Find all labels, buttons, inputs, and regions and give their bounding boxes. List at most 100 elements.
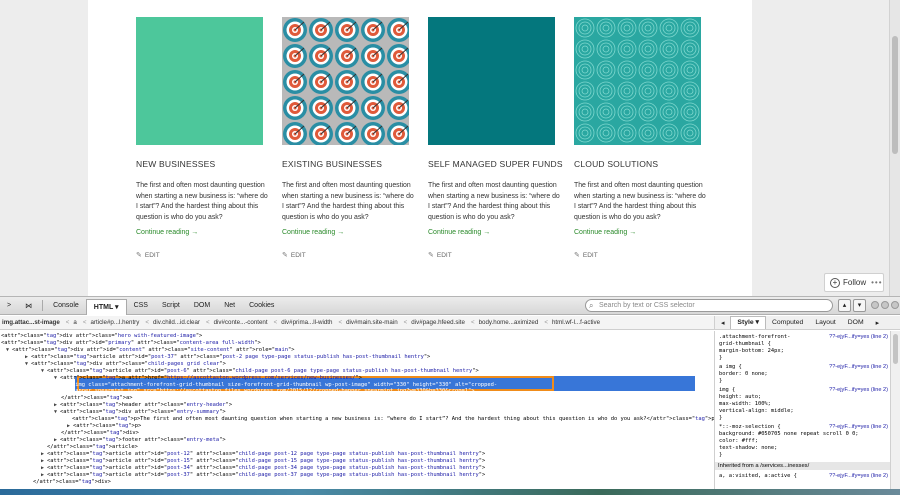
css-rule-line[interactable]: border: 0 none; <box>719 371 768 378</box>
card-title[interactable]: EXISTING BUSINESSES <box>282 159 382 169</box>
css-rule-line[interactable]: } <box>719 452 722 459</box>
html-node[interactable]: ▶ <attr">class="tag">article attr">id="p… <box>25 354 430 361</box>
side-tab-style[interactable]: Style ▾ <box>730 316 766 329</box>
side-tab-dom[interactable]: DOM <box>842 319 870 326</box>
rule-source-link[interactable]: ??-ejyF...ify=yes (line 2) <box>829 334 888 340</box>
more-icon[interactable]: ••• <box>871 278 882 287</box>
css-rule-line[interactable]: text-shadow: none; <box>719 445 777 452</box>
css-rule-line[interactable]: a img { <box>719 364 742 371</box>
rule-source-link[interactable]: ??-ejyF...ify=yes (line 2) <box>829 424 888 430</box>
tab-console[interactable]: Console <box>46 302 86 309</box>
breadcrumb-item[interactable]: div#page.hfeed.site <box>411 319 465 326</box>
css-rule-line[interactable]: grid-thumbnail { <box>719 341 771 348</box>
html-node[interactable]: ▼ <attr">class="tag">div attr">id="conte… <box>6 347 295 354</box>
card-thumbnail[interactable] <box>574 17 701 145</box>
back-icon[interactable]: ◂ <box>715 319 730 327</box>
continue-reading-link[interactable]: Continue reading → <box>282 229 344 236</box>
edit-link[interactable]: ✎ EDIT <box>282 251 306 259</box>
side-tab-computed[interactable]: Computed <box>766 319 809 326</box>
page-scrollbar[interactable] <box>889 0 900 296</box>
breadcrumb-item[interactable]: img.attac...st-image <box>2 319 60 326</box>
breadcrumb-item[interactable]: a <box>73 319 76 326</box>
close-icon[interactable] <box>891 301 899 309</box>
css-rule-line[interactable]: vertical-align: middle; <box>719 408 794 415</box>
html-node[interactable]: </attr">class="tag">div> <box>33 479 111 486</box>
rule-source-link[interactable]: ??-ejyF...ify=yes (line 2) <box>829 473 888 479</box>
html-node[interactable]: ▼ <attr">class="tag">a attr">href="https… <box>54 375 362 382</box>
breadcrumb-item[interactable]: div.child...id.clear <box>153 319 200 326</box>
breadcrumb-item[interactable]: html.wf-l...f-active <box>552 319 600 326</box>
html-node[interactable]: </attr">class="tag">article> <box>47 444 138 451</box>
html-node[interactable]: ▶ <attr">class="tag">header attr">class=… <box>54 402 232 409</box>
desktop-strip <box>0 489 900 495</box>
css-rule-line[interactable]: a, a:visited, a:active { <box>719 473 797 480</box>
side-tab-layout[interactable]: Layout <box>809 319 841 326</box>
continue-reading-link[interactable]: Continue reading → <box>428 229 490 236</box>
tab-dom[interactable]: DOM <box>187 302 217 309</box>
card-thumbnail[interactable] <box>136 17 263 145</box>
edit-link[interactable]: ✎ EDIT <box>136 251 160 259</box>
css-rule-line[interactable]: } <box>719 355 722 362</box>
html-node[interactable]: ▶ <attr">class="tag">article attr">id="p… <box>41 451 485 458</box>
html-search-input[interactable]: ⌕ Search by text or CSS selector <box>585 299 833 312</box>
css-rule-line[interactable]: height: auto; <box>719 394 761 401</box>
breadcrumb-item[interactable]: article#p...l.hentry <box>90 319 139 326</box>
css-rule-line[interactable]: margin-bottom: 24px; <box>719 348 784 355</box>
minimize-icon[interactable] <box>871 301 879 309</box>
detach-icon[interactable]: ⋈ <box>18 302 39 310</box>
next-match-button[interactable]: ▾ <box>853 299 866 312</box>
follow-button[interactable]: + Follow ••• <box>824 273 884 292</box>
scrollbar-thumb[interactable] <box>892 36 898 154</box>
tab-css[interactable]: CSS <box>127 302 155 309</box>
html-node[interactable]: ▼ <attr">class="tag">article attr">id="p… <box>41 368 479 375</box>
card-title[interactable]: NEW BUSINESSES <box>136 159 215 169</box>
css-rule-line[interactable]: background: #050705 none repeat scroll 0… <box>719 431 859 438</box>
html-node[interactable]: ▼ <attr">class="tag">div attr">class="ch… <box>25 361 226 368</box>
style-scrollbar[interactable] <box>890 331 900 495</box>
inherited-header: Inherited from a /services...inesses/ <box>715 462 890 470</box>
card-title[interactable]: CLOUD SOLUTIONS <box>574 159 658 169</box>
css-rule-line[interactable]: max-width: 100%; <box>719 401 771 408</box>
tab-net[interactable]: Net <box>217 302 242 309</box>
card-thumbnail[interactable] <box>282 17 409 145</box>
html-node[interactable]: ▶ <attr">class="tag">article attr">id="p… <box>41 472 485 479</box>
inspect-icon[interactable]: > <box>0 302 18 309</box>
breadcrumb-item[interactable]: div#main.site-main <box>346 319 398 326</box>
html-node[interactable]: <attr">class="tag">p>The first and often… <box>72 416 714 423</box>
rule-source-link[interactable]: ??-ejyF...ify=yes (line 2) <box>829 387 888 393</box>
css-rule-line[interactable]: img { <box>719 387 735 394</box>
css-rule-line[interactable]: .attachment-forefront- <box>719 334 790 341</box>
rule-source-link[interactable]: ??-ejyF...ify=yes (line 2) <box>829 364 888 370</box>
selected-img-node[interactable]: banner_spearmint.jpg" src="https://ascot… <box>72 388 474 395</box>
prev-match-button[interactable]: ▴ <box>838 299 851 312</box>
html-node[interactable]: ▼ <attr">class="tag">div attr">id="prima… <box>0 340 261 347</box>
css-rule-line[interactable]: } <box>719 415 722 422</box>
html-node[interactable]: ▶ <attr">class="tag">footer attr">class=… <box>54 437 226 444</box>
dock-icon[interactable] <box>881 301 889 309</box>
html-node[interactable]: ▶ <attr">class="tag">article attr">id="p… <box>41 458 485 465</box>
continue-reading-link[interactable]: Continue reading → <box>574 229 636 236</box>
html-node[interactable]: ▶ <attr">class="tag">article attr">id="p… <box>41 465 485 472</box>
forward-icon[interactable]: ▸ <box>870 319 885 327</box>
card-thumbnail[interactable] <box>428 17 555 145</box>
html-node[interactable]: ▼ <attr">class="tag">div attr">class="en… <box>54 409 226 416</box>
tab-cookies[interactable]: Cookies <box>242 302 281 309</box>
devtools-tabs: Console HTML ▾ CSS Script DOM Net Cookies <box>46 297 281 315</box>
css-rule-line[interactable]: } <box>719 378 722 385</box>
devtools-toolbar: > ⋈ Console HTML ▾ CSS Script DOM Net Cookies … <box>0 297 900 315</box>
html-node[interactable]: </attr">class="tag">a> <box>61 395 132 402</box>
breadcrumb-item[interactable]: body.home...aximized <box>479 319 539 326</box>
card-title[interactable]: SELF MANAGED SUPER FUNDS <box>428 159 563 169</box>
continue-reading-link[interactable]: Continue reading → <box>136 229 198 236</box>
html-node[interactable]: ▶ <attr">class="tag">div attr">class="he… <box>0 333 202 340</box>
css-rule-line[interactable]: color: #fff; <box>719 438 758 445</box>
breadcrumb-item[interactable]: div#conte...-content <box>214 319 268 326</box>
tab-html[interactable]: HTML ▾ <box>85 298 127 315</box>
edit-link[interactable]: ✎ EDIT <box>428 251 452 259</box>
breadcrumb-item[interactable]: div#prima...ll-width <box>281 319 332 326</box>
html-node[interactable]: ▶ <attr">class="tag">p> <box>67 423 141 430</box>
html-node[interactable]: </attr">class="tag">div> <box>61 430 139 437</box>
css-rule-line[interactable]: *::-moz-selection { <box>719 424 781 431</box>
edit-link[interactable]: ✎ EDIT <box>574 251 598 259</box>
tab-script[interactable]: Script <box>155 302 187 309</box>
